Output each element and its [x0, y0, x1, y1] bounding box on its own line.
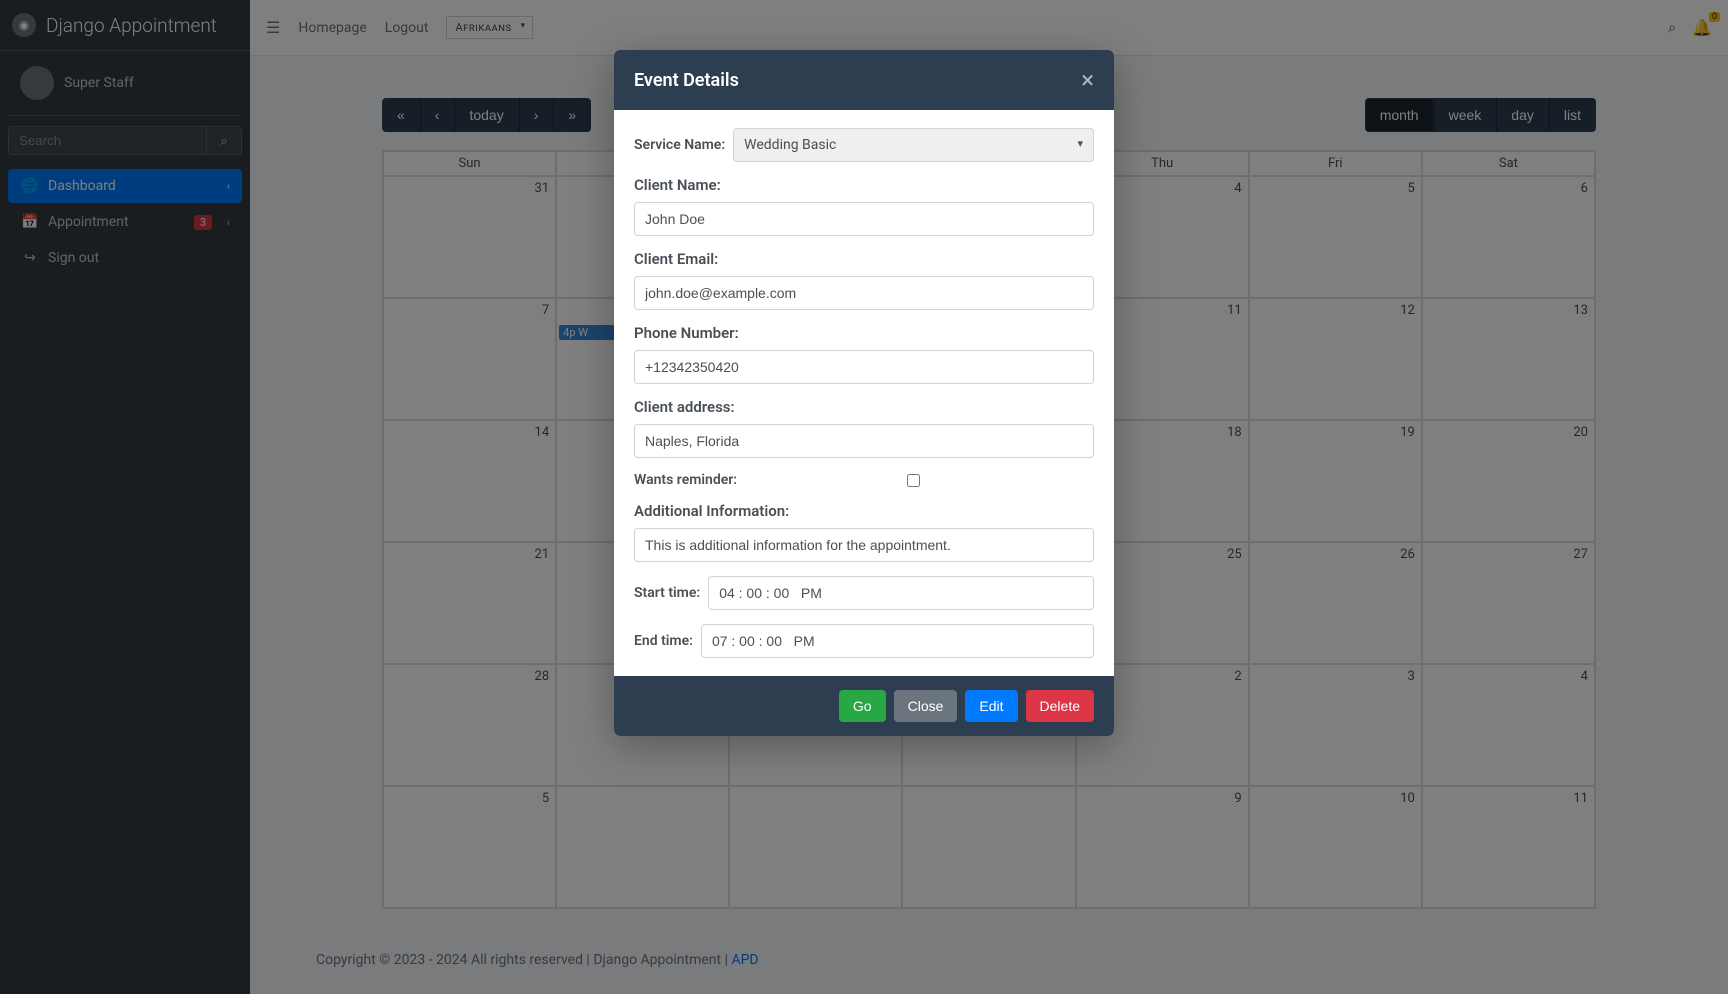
close-icon[interactable]: ×	[1081, 68, 1094, 92]
edit-button[interactable]: Edit	[965, 690, 1017, 722]
modal-header: Event Details ×	[614, 50, 1114, 110]
reminder-checkbox[interactable]	[907, 474, 920, 487]
service-name-select[interactable]: Wedding Basic	[733, 128, 1094, 162]
modal-body: Service Name: Wedding Basic Client Name:…	[614, 110, 1114, 676]
start-time-label: Start time:	[634, 585, 700, 601]
phone-input[interactable]	[634, 350, 1094, 384]
phone-label: Phone Number:	[634, 324, 1088, 342]
service-name-value: Wedding Basic	[744, 137, 836, 153]
event-details-modal: Event Details × Service Name: Wedding Ba…	[614, 50, 1114, 736]
client-name-label: Client Name:	[634, 176, 1088, 194]
end-time-input[interactable]	[701, 624, 1094, 658]
address-input[interactable]	[634, 424, 1094, 458]
address-label: Client address:	[634, 398, 1088, 416]
additional-input[interactable]	[634, 528, 1094, 562]
end-time-label: End time:	[634, 633, 693, 649]
modal-title: Event Details	[634, 70, 739, 91]
client-email-input[interactable]	[634, 276, 1094, 310]
reminder-label: Wants reminder:	[634, 472, 737, 488]
delete-button[interactable]: Delete	[1026, 690, 1094, 722]
service-name-label: Service Name:	[634, 137, 725, 153]
client-name-input[interactable]	[634, 202, 1094, 236]
additional-label: Additional Information:	[634, 502, 1088, 520]
go-button[interactable]: Go	[839, 690, 886, 722]
close-button[interactable]: Close	[894, 690, 958, 722]
modal-footer: Go Close Edit Delete	[614, 676, 1114, 736]
client-email-label: Client Email:	[634, 250, 1088, 268]
start-time-input[interactable]	[708, 576, 1094, 610]
